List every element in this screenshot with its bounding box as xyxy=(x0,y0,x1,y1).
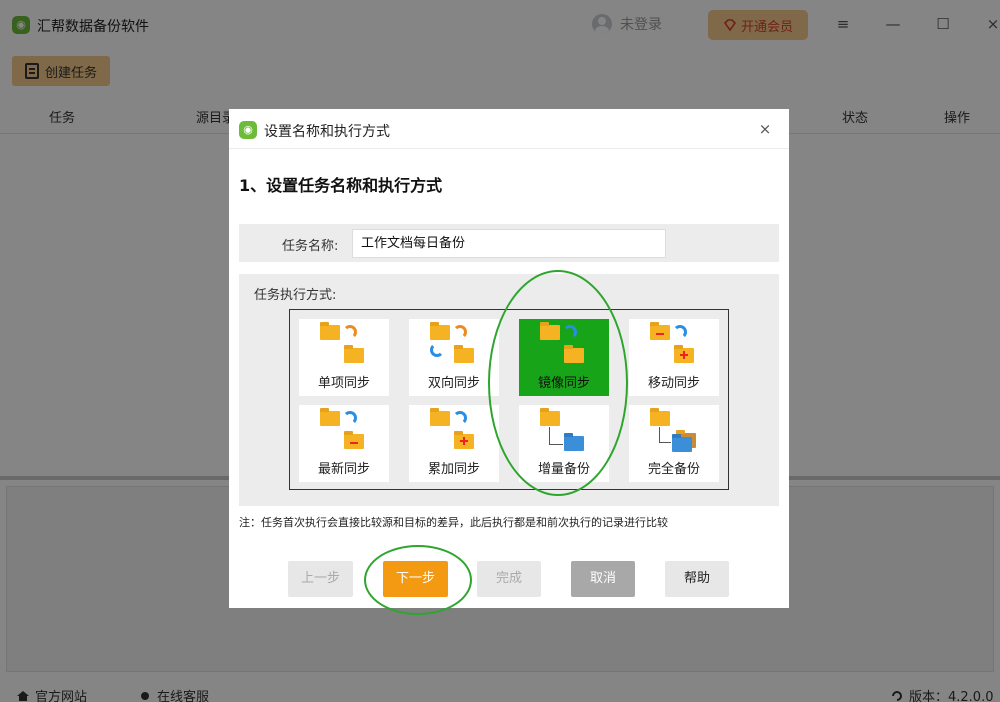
tree-connector xyxy=(659,427,671,443)
plus-icon xyxy=(680,351,688,359)
orange-arrow-icon xyxy=(453,325,467,339)
mode-label: 单项同步 xyxy=(317,376,370,391)
minus-icon xyxy=(656,333,664,335)
minus-icon xyxy=(350,442,358,444)
mode-one-way-sync[interactable]: 单项同步 xyxy=(299,319,389,396)
task-name-input[interactable]: 工作文档每日备份 xyxy=(352,229,666,258)
dialog-title: 设置名称和执行方式 xyxy=(264,124,390,140)
source-folder-icon xyxy=(650,408,670,426)
dialog-logo-icon: ◉ xyxy=(239,121,257,139)
mode-latest-sync[interactable]: 最新同步 xyxy=(299,405,389,482)
orange-arrow-icon xyxy=(343,325,357,339)
backup-folder-icon xyxy=(672,434,692,452)
sync-note: 注：任务首次执行会直接比较源和目标的差异，此后执行都是和前次执行的记录进行比较 xyxy=(239,516,668,529)
blue-arrow-icon xyxy=(453,411,467,425)
dialog-header: ◉ 设置名称和执行方式 × xyxy=(229,109,789,149)
blue-arrow-icon xyxy=(343,411,357,425)
annotation-circle-next-button xyxy=(364,545,472,615)
step-title: 1、设置任务名称和执行方式 xyxy=(239,176,443,195)
blue-arrow-icon xyxy=(430,343,444,357)
cancel-button[interactable]: 取消 xyxy=(571,561,635,597)
plus-icon xyxy=(460,437,468,445)
annotation-circle-mirror-sync xyxy=(488,270,628,496)
target-folder-icon xyxy=(344,345,364,363)
mode-label: 双向同步 xyxy=(427,376,480,391)
dialog-close-icon[interactable]: × xyxy=(755,119,775,139)
previous-step-button[interactable]: 上一步 xyxy=(288,561,353,597)
mode-two-way-sync[interactable]: 双向同步 xyxy=(409,319,499,396)
mode-label: 累加同步 xyxy=(427,462,480,477)
mode-label: 完全备份 xyxy=(647,462,700,477)
source-folder-icon xyxy=(320,322,340,340)
mode-label: 最新同步 xyxy=(317,462,370,477)
target-folder-icon xyxy=(454,345,474,363)
task-name-panel: 任务名称: 工作文档每日备份 xyxy=(239,224,779,262)
source-folder-icon xyxy=(430,408,450,426)
blue-arrow-icon xyxy=(673,325,687,339)
mode-accumulate-sync[interactable]: 累加同步 xyxy=(409,405,499,482)
mode-move-sync[interactable]: 移动同步 xyxy=(629,319,719,396)
source-folder-icon xyxy=(430,322,450,340)
execution-mode-label: 任务执行方式: xyxy=(254,288,337,303)
help-button[interactable]: 帮助 xyxy=(665,561,729,597)
source-folder-icon xyxy=(320,408,340,426)
mode-label: 移动同步 xyxy=(647,376,700,391)
finish-button[interactable]: 完成 xyxy=(477,561,541,597)
mode-full-backup[interactable]: 完全备份 xyxy=(629,405,719,482)
task-name-label: 任务名称: xyxy=(282,239,339,254)
